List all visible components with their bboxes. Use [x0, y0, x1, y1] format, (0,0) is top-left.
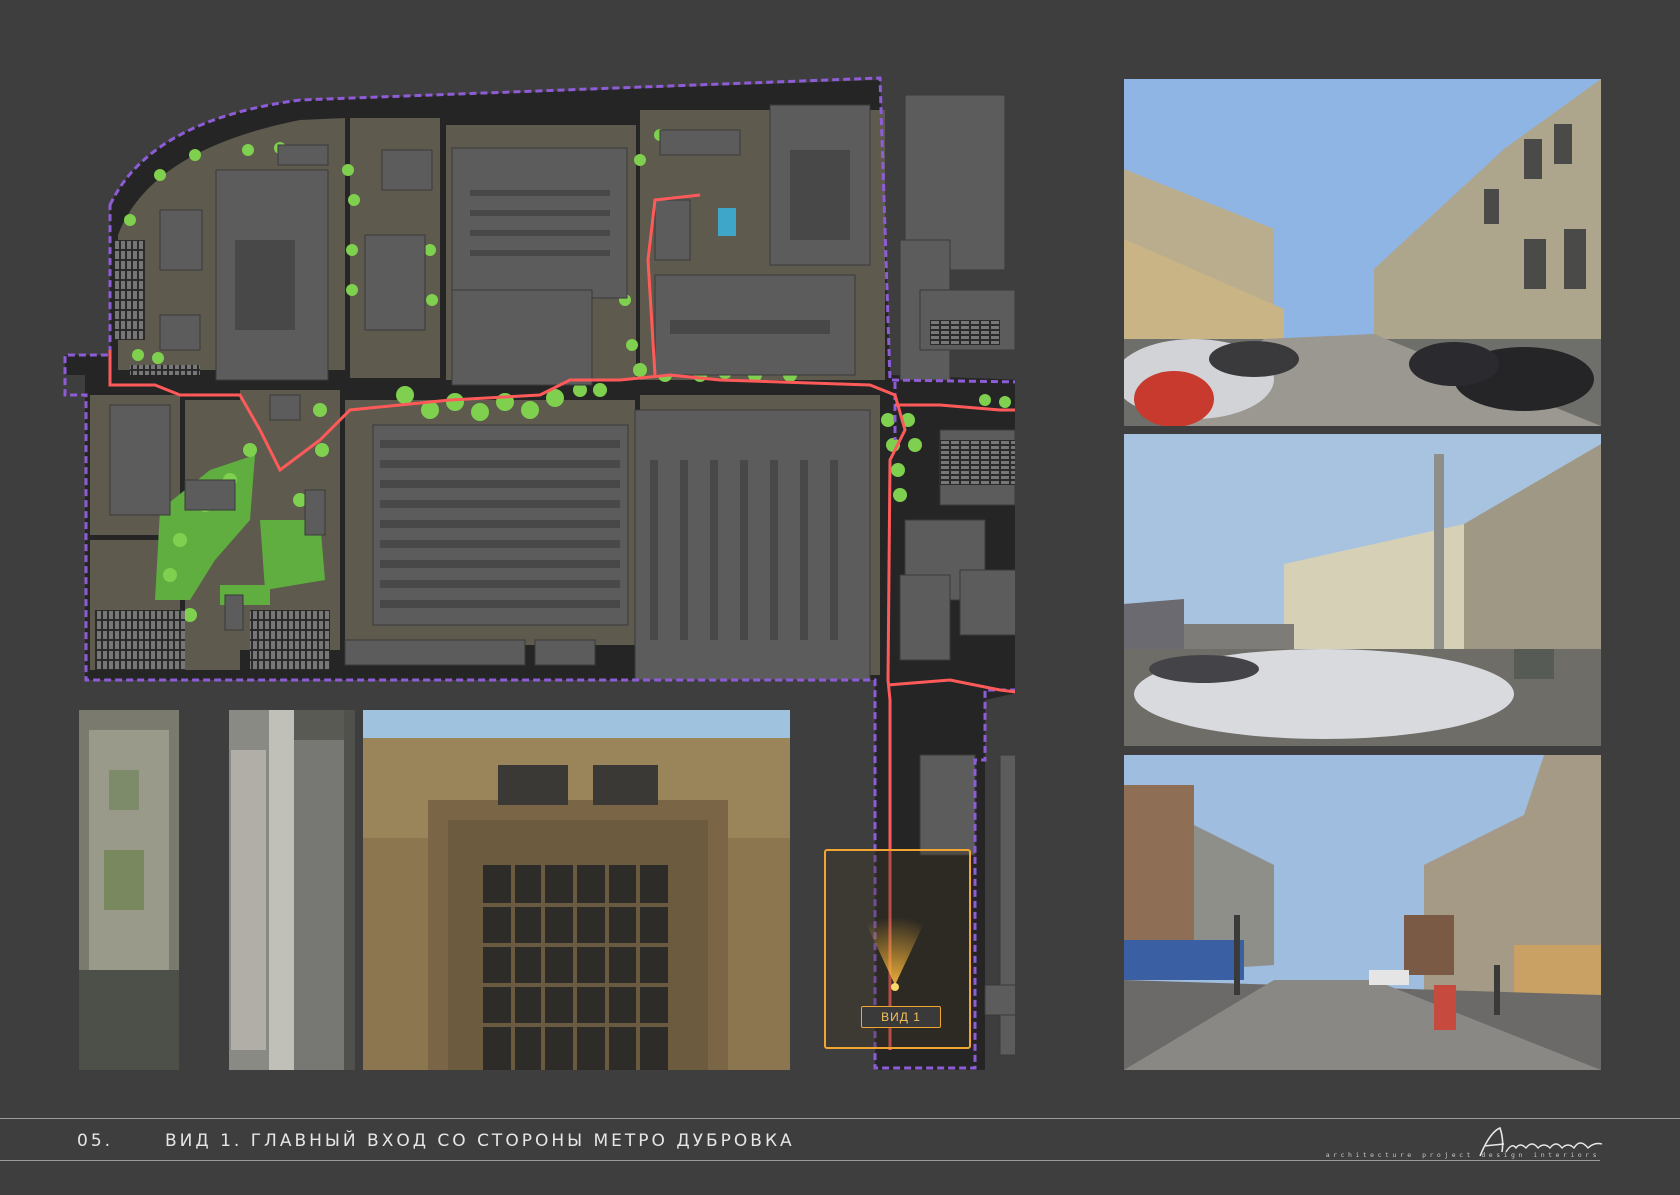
photo-street-3: [1124, 755, 1601, 1070]
photo-aerial: [79, 710, 355, 1070]
photo-street-2: [1124, 434, 1601, 746]
photo-street-1: [1124, 79, 1601, 426]
footer-rule-top: [0, 1118, 1680, 1119]
pool: [718, 208, 736, 236]
logo-subtitle: architecture project design interiors: [1325, 1151, 1600, 1159]
page-number: 05.: [77, 1131, 114, 1151]
photo-facade: [363, 710, 790, 1070]
footer-rule-bottom: [0, 1160, 1600, 1161]
view-label: ВИД 1: [861, 1006, 941, 1028]
page-caption: ВИД 1. ГЛАВНЫЙ ВХОД СО СТОРОНЫ МЕТРО ДУБ…: [165, 1131, 795, 1151]
